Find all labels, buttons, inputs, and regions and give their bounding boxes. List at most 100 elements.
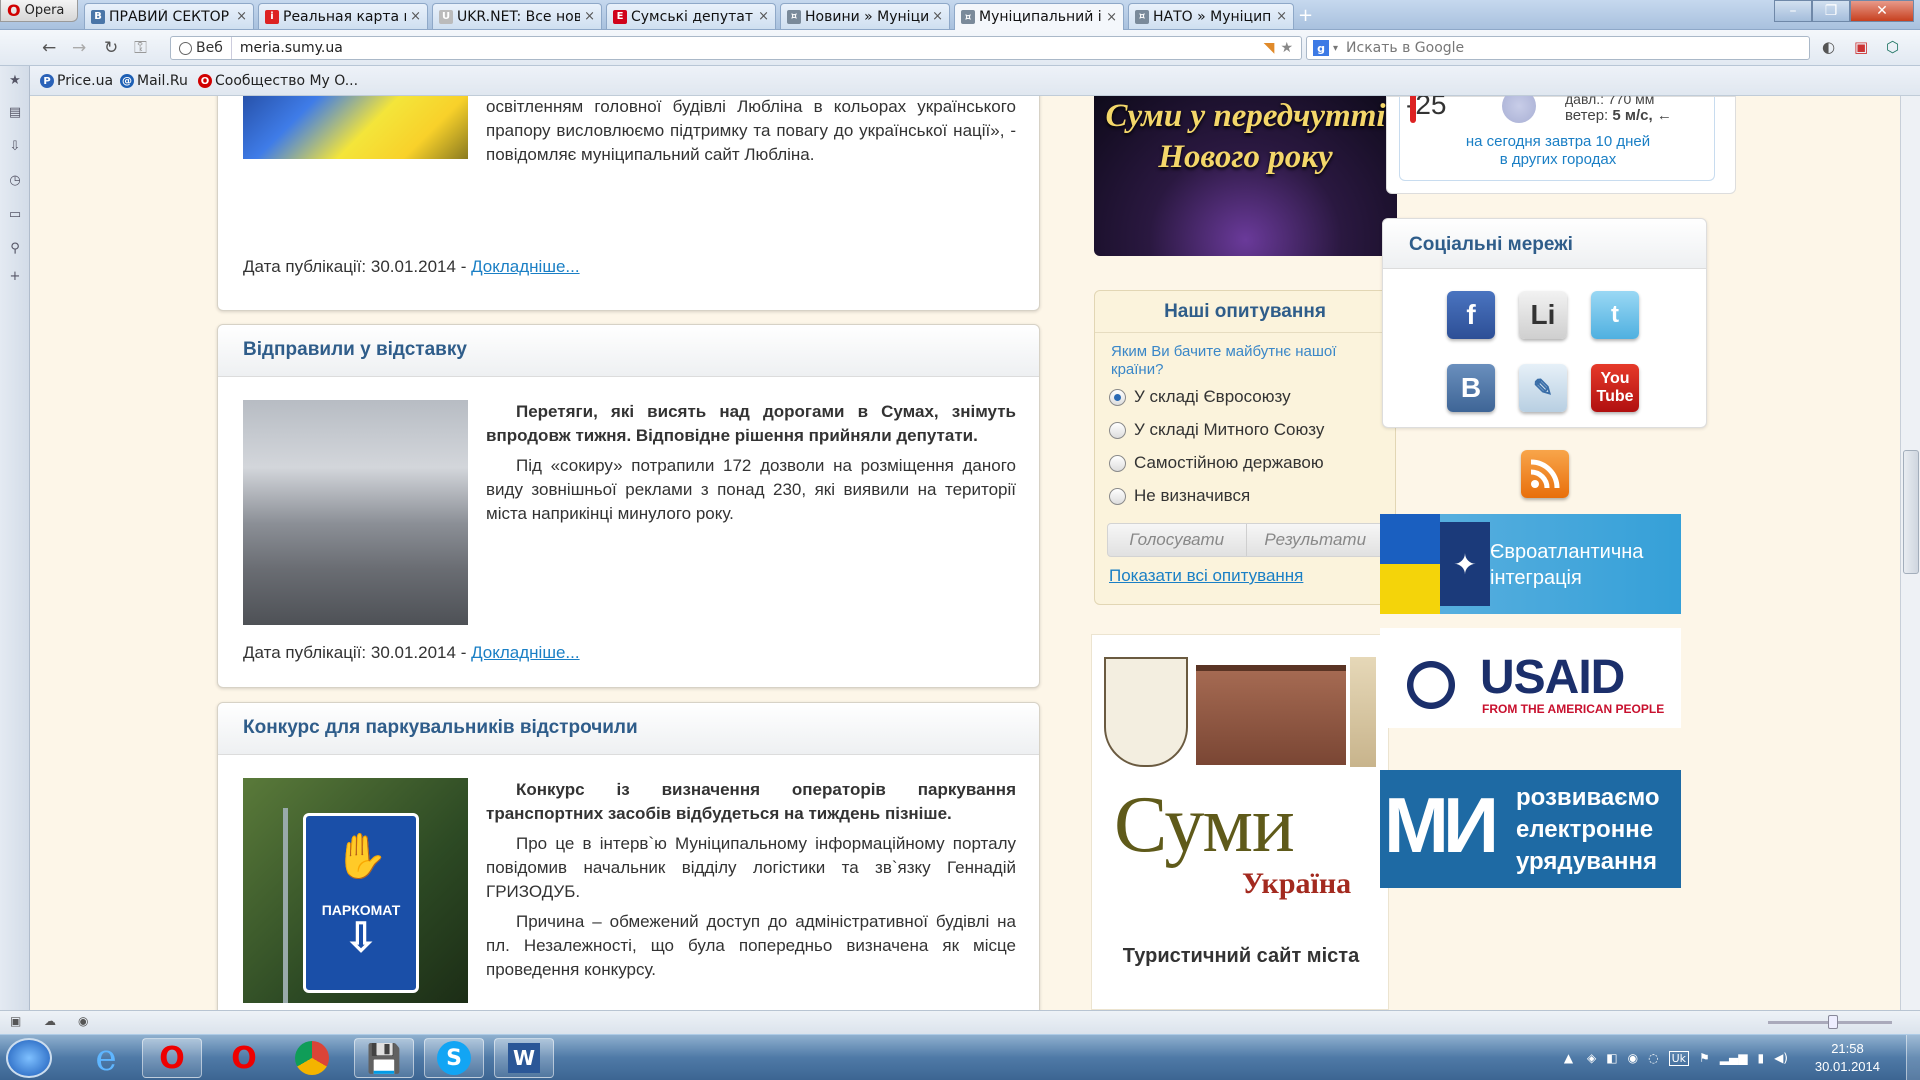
tab-close-icon[interactable]: × <box>1106 10 1117 25</box>
tray-expand-icon[interactable]: ▲ <box>1564 1051 1573 1065</box>
add-panel-icon[interactable]: + <box>8 270 22 284</box>
usaid-banner[interactable]: USAID FROM THE AMERICAN PEOPLE <box>1380 628 1681 728</box>
youtube-icon[interactable]: You Tube <box>1591 364 1639 412</box>
news-photo-lublin[interactable] <box>243 96 468 159</box>
radio-icon[interactable] <box>1109 454 1126 472</box>
minimize-icon[interactable]: – <box>1774 0 1812 22</box>
radio-checked-icon[interactable] <box>1109 388 1126 406</box>
news-photo-parking[interactable]: ✋ ПАРКОМАТ ⇩ <box>243 778 468 1003</box>
search-field[interactable]: g ▾ Искать в Google <box>1306 36 1810 60</box>
history-panel-icon[interactable]: ◷ <box>8 174 22 188</box>
network-icon[interactable]: ▂▄▆ <box>1720 1051 1748 1065</box>
all-polls-link[interactable]: Показати всі опитування <box>1109 566 1303 586</box>
tab-ukrnet[interactable]: U UKR.NET: Все нов... × <box>432 3 602 29</box>
battery-icon[interactable]: ▮ <box>1757 1051 1764 1065</box>
bookmarks-panel-icon[interactable]: ★ <box>8 74 22 88</box>
poll-option[interactable]: Не визначився <box>1109 486 1250 506</box>
internet-explorer-icon[interactable]: e <box>76 1038 136 1079</box>
bookmark-manager-icon[interactable]: ▣ <box>1854 38 1868 56</box>
linkedin-icon[interactable]: Li <box>1519 291 1567 339</box>
nato-banner[interactable]: ✦ Євроатлантична інтеграція <box>1380 514 1681 614</box>
tourism-banner[interactable]: Суми Україна Туристичний сайт міста <box>1091 634 1389 1010</box>
bookmark-myopera[interactable]: O Сообщество My O... <box>198 73 358 89</box>
tab-praviy-sektor[interactable]: В ПРАВИЙ СЕКТОР × <box>84 3 254 29</box>
chrome-icon[interactable] <box>282 1038 342 1078</box>
tab-close-icon[interactable]: × <box>584 9 595 24</box>
show-desktop-button[interactable] <box>1906 1035 1920 1080</box>
speed-dial-icon[interactable]: ◐ <box>1822 38 1835 56</box>
windows-panel-icon[interactable]: ▭ <box>8 208 22 222</box>
unite-icon[interactable]: ◉ <box>78 1014 88 1028</box>
turbo-icon[interactable]: ☁ <box>44 1014 56 1028</box>
twitter-icon[interactable]: t <box>1591 291 1639 339</box>
news-title[interactable]: Конкурс для паркувальників відстрочили <box>218 703 1039 755</box>
search-panel-icon[interactable]: ⚲ <box>8 242 22 256</box>
opera-taskbar-icon-2[interactable]: O <box>214 1038 274 1078</box>
start-button-icon[interactable] <box>6 1038 52 1078</box>
tray-app-icon[interactable]: ◧ <box>1606 1051 1617 1065</box>
vkontakte-icon[interactable]: В <box>1447 364 1495 412</box>
volume-icon[interactable]: ◀) <box>1774 1051 1788 1065</box>
livejournal-icon[interactable]: ✎ <box>1519 364 1567 412</box>
bookmark-price[interactable]: P Price.ua <box>40 73 113 89</box>
news-photo-street[interactable] <box>243 400 468 625</box>
tray-app-icon[interactable]: ◌ <box>1648 1051 1658 1065</box>
radio-icon[interactable] <box>1109 487 1126 505</box>
google-icon[interactable]: g <box>1313 40 1329 56</box>
read-more-link[interactable]: Докладніше... <box>471 257 580 276</box>
tray-app-icon[interactable]: ◈ <box>1587 1051 1596 1065</box>
extensions-icon[interactable]: ⬡ <box>1886 38 1899 56</box>
word-icon[interactable]: W <box>494 1038 554 1078</box>
rss-icon[interactable] <box>1521 450 1569 498</box>
vote-button[interactable]: Голосувати <box>1108 524 1247 556</box>
tab-close-icon[interactable]: × <box>1276 9 1287 24</box>
poll-option[interactable]: У складі Митного Союзу <box>1109 420 1324 440</box>
radio-icon[interactable] <box>1109 421 1126 439</box>
notes-panel-icon[interactable]: ▤ <box>8 106 22 120</box>
tab-novyny[interactable]: ¤ Новини » Муніци... × <box>780 3 950 29</box>
star-icon[interactable]: ★ <box>1280 40 1293 56</box>
tab-nato[interactable]: ¤ НАТО » Муніцип... × <box>1128 3 1294 29</box>
tab-close-icon[interactable]: × <box>410 9 421 24</box>
taskbar-clock[interactable]: 21:58 30.01.2014 <box>1815 1040 1880 1076</box>
flag-icon[interactable]: ⚑ <box>1699 1051 1710 1065</box>
tray-app-icon[interactable]: ◉ <box>1628 1051 1638 1065</box>
key-icon[interactable]: ⚿ <box>134 38 147 58</box>
zoom-slider-handle[interactable] <box>1828 1015 1838 1029</box>
address-field[interactable]: Веб meria.sumy.ua ◥ ★ <box>170 36 1302 60</box>
newyear-banner[interactable]: Суми у передчутті Нового року <box>1094 96 1397 256</box>
tab-municipalnyi-active[interactable]: ¤ Муніципальний і... × <box>954 3 1124 30</box>
downloads-panel-icon[interactable]: ⇩ <box>8 140 22 154</box>
language-indicator[interactable]: Uk <box>1668 1050 1690 1066</box>
news-title[interactable]: Відправили у відставку <box>218 325 1039 377</box>
new-tab-icon[interactable]: + <box>1298 5 1313 26</box>
reload-icon[interactable]: ↻ <box>104 38 118 58</box>
tab-close-icon[interactable]: × <box>236 9 247 24</box>
facebook-icon[interactable]: f <box>1447 291 1495 339</box>
maximize-icon[interactable]: ❐ <box>1812 0 1850 22</box>
panel-toggle-icon[interactable]: ▣ <box>10 1014 21 1028</box>
poll-option[interactable]: Самостійною державою <box>1109 453 1324 473</box>
scrollbar-thumb[interactable] <box>1903 450 1919 574</box>
opera-taskbar-icon[interactable]: O <box>142 1038 202 1078</box>
weather-other-cities-link[interactable]: в других городах <box>1400 151 1716 168</box>
egov-banner[interactable]: МИ розвиваємо електронне урядування <box>1380 770 1681 888</box>
poll-option[interactable]: У складі Євросоюзу <box>1109 387 1291 407</box>
tab-sumski-deputaty[interactable]: E Сумські депутати ... × <box>606 3 776 29</box>
forward-icon[interactable]: → <box>72 38 86 58</box>
results-button[interactable]: Результати <box>1247 524 1385 556</box>
tab-close-icon[interactable]: × <box>932 9 943 24</box>
opera-menu-button[interactable]: O Opera <box>0 0 78 22</box>
weather-forecast-links[interactable]: на сегодня завтра 10 дней <box>1400 133 1716 150</box>
back-icon[interactable]: ← <box>42 38 56 58</box>
rss-feed-icon[interactable]: ◥ <box>1264 40 1275 56</box>
chevron-down-icon[interactable]: ▾ <box>1333 43 1338 54</box>
tab-realnaya-karta[interactable]: i Реальная карта п... × <box>258 3 428 29</box>
read-more-link[interactable]: Докладніше... <box>471 643 580 662</box>
skype-icon[interactable]: S <box>424 1038 484 1078</box>
save-icon[interactable]: 💾 <box>354 1038 414 1078</box>
tab-close-icon[interactable]: × <box>758 9 769 24</box>
bookmark-mailru[interactable]: @ Mail.Ru <box>120 73 188 89</box>
vertical-scrollbar[interactable] <box>1900 96 1920 1010</box>
close-window-icon[interactable]: ✕ <box>1850 0 1914 22</box>
